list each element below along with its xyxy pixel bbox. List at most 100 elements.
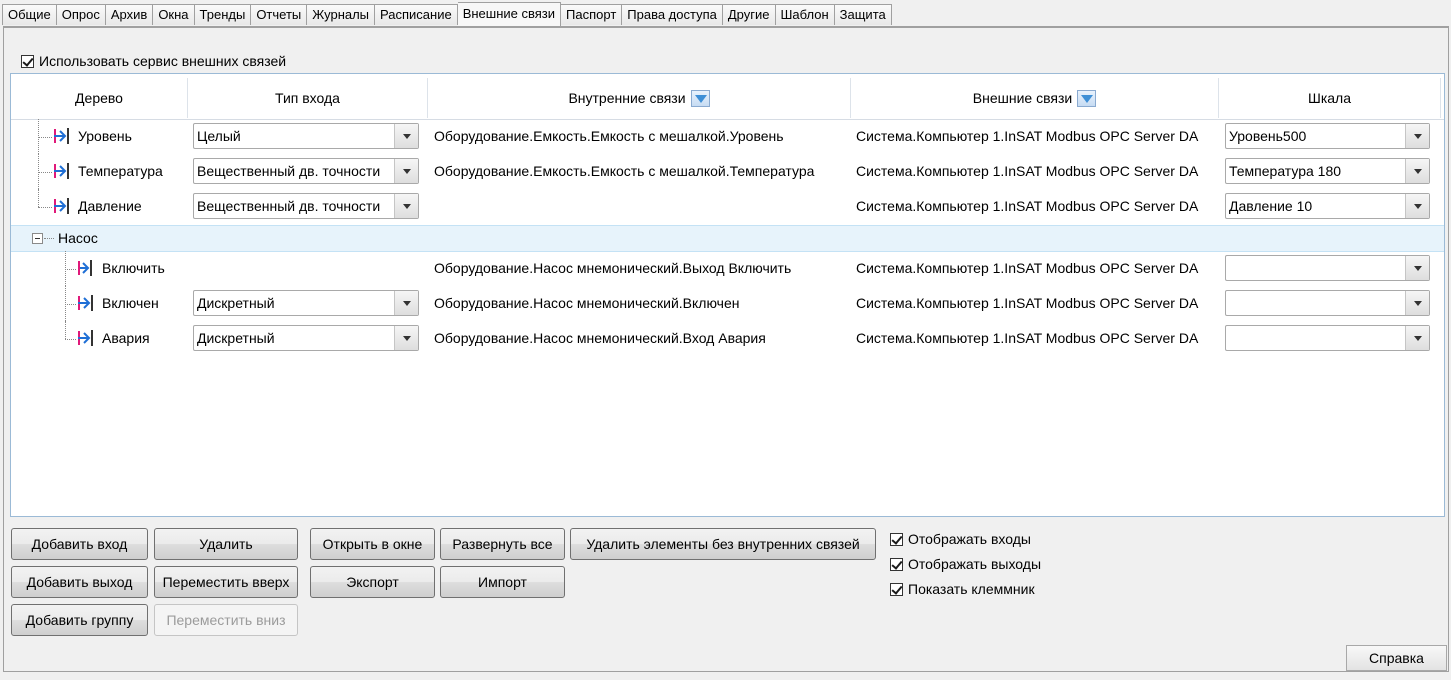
import-button[interactable]: Импорт	[440, 566, 565, 598]
delete-unlinked-button[interactable]: Удалить элементы без внутренних связей	[570, 528, 876, 560]
show-inputs-label: Отображать входы	[908, 531, 1031, 547]
chevron-down-icon[interactable]	[1405, 256, 1429, 280]
header-external[interactable]: Внешние связи	[851, 78, 1219, 118]
chevron-down-icon[interactable]	[394, 291, 418, 315]
header-internal[interactable]: Внутренние связи	[428, 78, 851, 118]
show-outputs-label: Отображать выходы	[908, 556, 1042, 572]
header-input-type-label: Тип входа	[275, 90, 340, 106]
tab-5[interactable]: Отчеты	[251, 4, 308, 25]
tab-0[interactable]: Общие	[2, 4, 57, 25]
input-signal-icon	[76, 294, 94, 312]
chevron-down-icon[interactable]	[1405, 159, 1429, 183]
scale-select[interactable]: Уровень500	[1225, 123, 1430, 149]
external-link: Система.Компьютер 1.InSAT Modbus OPC Ser…	[856, 163, 1199, 179]
internal-link: Оборудование.Насос мнемонический.Вход Ав…	[434, 330, 766, 346]
links-grid: Дерево Тип входа Внутренние связи Внешни…	[10, 73, 1445, 517]
chevron-down-icon[interactable]	[394, 194, 418, 218]
filter-icon[interactable]	[690, 89, 710, 107]
input-type-select[interactable]: Вещественный дв. точности	[193, 193, 419, 219]
tab-8[interactable]: Внешние связи	[457, 2, 562, 26]
show-outputs-checkbox[interactable]	[890, 557, 903, 571]
header-tree-label: Дерево	[75, 90, 123, 106]
header-tree[interactable]: Дерево	[11, 78, 188, 118]
tab-9[interactable]: Паспорт	[561, 4, 623, 25]
add-output-button[interactable]: Добавить выход	[11, 566, 148, 598]
move-up-button[interactable]: Переместить вверх	[154, 566, 298, 598]
table-row[interactable]: Включен Дискретный Оборудование.Насос мнем…	[11, 286, 1444, 321]
input-type-value: Вещественный дв. точности	[197, 198, 381, 214]
tree-item-name: Температура	[78, 163, 163, 179]
filter-icon[interactable]	[1077, 89, 1097, 107]
table-row[interactable]: Уровень Целый Оборудование.Емкость.Емкость…	[11, 119, 1444, 154]
tree-connector	[38, 137, 52, 138]
tab-3[interactable]: Окна	[153, 4, 195, 25]
tab-1[interactable]: Опрос	[56, 4, 106, 25]
export-button[interactable]: Экспорт	[310, 566, 435, 598]
delete-button[interactable]: Удалить	[154, 528, 298, 560]
tree-group-row[interactable]: Насос	[11, 225, 1444, 252]
input-type-select[interactable]: Целый	[193, 123, 419, 149]
show-terminal-row[interactable]: Показать клеммник	[890, 580, 1035, 598]
tree-item-name: Давление	[78, 198, 142, 214]
external-link: Система.Компьютер 1.InSAT Modbus OPC Ser…	[856, 128, 1199, 144]
tab-13[interactable]: Защита	[834, 4, 892, 25]
chevron-down-icon[interactable]	[394, 326, 418, 350]
external-link: Система.Компьютер 1.InSAT Modbus OPC Ser…	[856, 330, 1199, 346]
header-internal-label: Внутренние связи	[568, 90, 686, 106]
tree-connector	[44, 238, 54, 239]
tree-connector	[65, 321, 66, 339]
table-row[interactable]: Включить Оборудование.Насос мнемонический…	[11, 251, 1444, 286]
open-in-window-button[interactable]: Открыть в окне	[310, 528, 435, 560]
show-terminal-checkbox[interactable]	[890, 582, 903, 596]
tab-strip: Общие Опрос Архив Окна Тренды Отчеты Журналы Ра…	[2, 2, 892, 26]
chevron-down-icon[interactable]	[1405, 124, 1429, 148]
show-inputs-row[interactable]: Отображать входы	[890, 530, 1031, 548]
tree-connector	[65, 269, 76, 270]
input-type-select[interactable]: Дискретный	[193, 290, 419, 316]
chevron-down-icon[interactable]	[1405, 326, 1429, 350]
collapse-icon[interactable]	[32, 233, 43, 244]
scale-select[interactable]: Давление 10	[1225, 193, 1430, 219]
internal-link: Оборудование.Емкость.Емкость с мешалкой.…	[434, 128, 784, 144]
help-button[interactable]: Справка	[1346, 645, 1447, 671]
tab-7[interactable]: Расписание	[375, 4, 458, 25]
tree-item-name: Включен	[102, 295, 159, 311]
tab-4[interactable]: Тренды	[194, 4, 252, 25]
expand-all-button[interactable]: Развернуть все	[440, 528, 565, 560]
scale-value: Уровень500	[1229, 128, 1307, 144]
scale-value: Давление 10	[1229, 198, 1313, 214]
table-row[interactable]: Давление Вещественный дв. точности Система…	[11, 189, 1444, 224]
internal-link: Оборудование.Емкость.Емкость с мешалкой.…	[434, 163, 815, 179]
chevron-down-icon[interactable]	[1405, 291, 1429, 315]
use-service-checkbox-row[interactable]: Использовать сервис внешних связей	[21, 52, 286, 70]
add-input-button[interactable]: Добавить вход	[11, 528, 148, 560]
tab-6[interactable]: Журналы	[307, 4, 376, 25]
show-inputs-checkbox[interactable]	[890, 532, 903, 546]
tree-connector	[38, 207, 52, 208]
scale-select[interactable]	[1225, 255, 1430, 281]
show-outputs-row[interactable]: Отображать выходы	[890, 555, 1041, 573]
tab-11[interactable]: Другие	[722, 4, 776, 25]
tree-connector	[65, 304, 76, 305]
chevron-down-icon[interactable]	[1405, 194, 1429, 218]
chevron-down-icon[interactable]	[394, 159, 418, 183]
tab-10[interactable]: Права доступа	[622, 4, 723, 25]
table-row[interactable]: Авария Дискретный Оборудование.Насос мнемо…	[11, 321, 1444, 356]
tab-2[interactable]: Архив	[105, 4, 154, 25]
table-row[interactable]: Температура Вещественный дв. точности Обор…	[11, 154, 1444, 189]
scale-value: Температура 180	[1229, 163, 1342, 179]
header-scale[interactable]: Шкала	[1219, 78, 1441, 118]
tree-item-name: Авария	[102, 330, 150, 346]
header-input-type[interactable]: Тип входа	[188, 78, 428, 118]
input-type-select[interactable]: Вещественный дв. точности	[193, 158, 419, 184]
add-group-button[interactable]: Добавить группу	[11, 604, 148, 636]
scale-select[interactable]	[1225, 290, 1430, 316]
group-name: Насос	[58, 230, 98, 246]
input-type-select[interactable]: Дискретный	[193, 325, 419, 351]
use-service-checkbox[interactable]	[21, 54, 34, 68]
input-type-value: Вещественный дв. точности	[197, 163, 381, 179]
chevron-down-icon[interactable]	[394, 124, 418, 148]
scale-select[interactable]: Температура 180	[1225, 158, 1430, 184]
scale-select[interactable]	[1225, 325, 1430, 351]
tab-12[interactable]: Шаблон	[775, 4, 835, 25]
